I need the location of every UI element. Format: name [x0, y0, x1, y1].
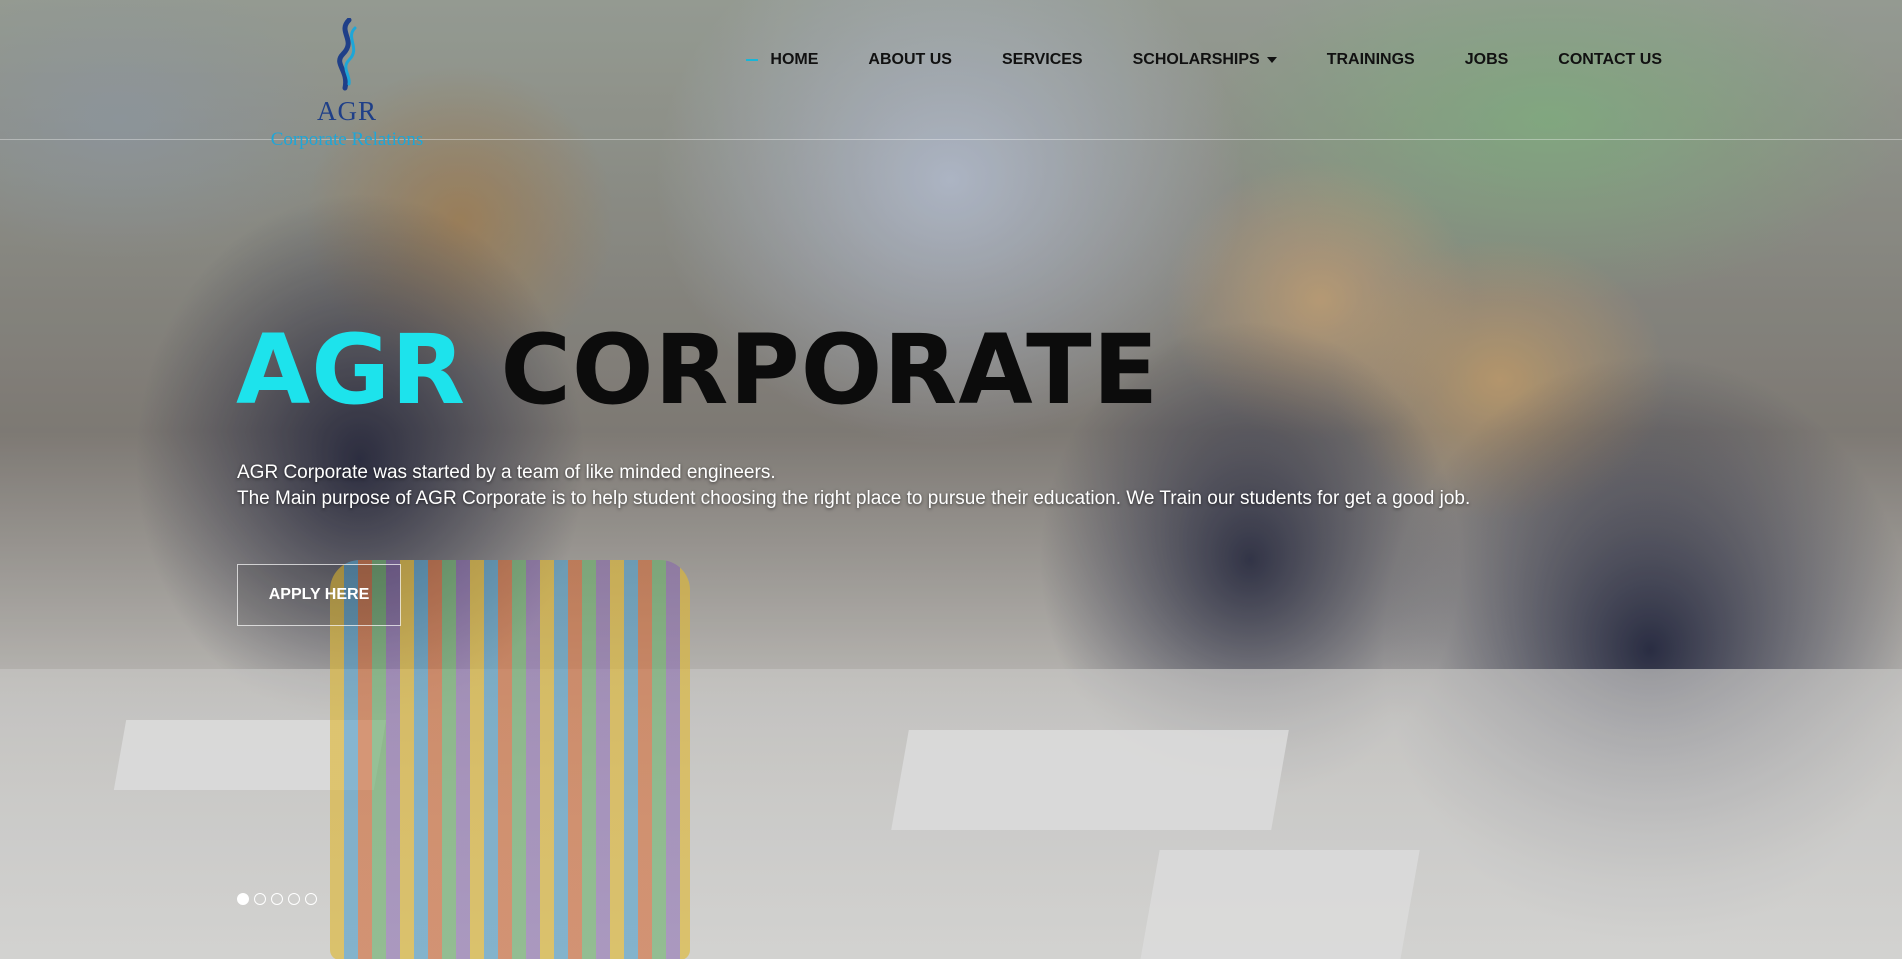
nav-item-jobs[interactable]: JOBS: [1465, 51, 1509, 69]
apply-here-button[interactable]: APPLY HERE: [237, 564, 401, 626]
slider-dot[interactable]: [254, 893, 266, 905]
logo-swirl-icon: [337, 18, 357, 91]
nav-item-label: TRAININGS: [1326, 51, 1415, 68]
hero-title-rest: CORPORATE: [500, 314, 1160, 426]
site-logo[interactable]: AGR Corporate Relations: [252, 18, 442, 150]
hero-description-line: The Main purpose of AGR Corporate is to …: [237, 488, 1471, 509]
nav-item-label: SERVICES: [1001, 51, 1083, 68]
nav-item-label: JOBS: [1464, 51, 1509, 68]
hero-description-line: AGR Corporate was started by a team of l…: [237, 462, 776, 483]
hero-title: AGR CORPORATE: [236, 322, 1159, 418]
nav-item-label: HOME: [770, 51, 819, 68]
slider-dot[interactable]: [271, 893, 283, 905]
nav-item-home[interactable]: HOME: [746, 51, 818, 69]
hero-title-accent: AGR: [236, 314, 467, 426]
slider-pagination: [237, 893, 317, 905]
nav-item-about-us[interactable]: ABOUT US: [868, 51, 952, 69]
nav-item-label: CONTACT US: [1558, 51, 1662, 68]
nav-item-scholarships[interactable]: SCHOLARSHIPS: [1133, 51, 1277, 69]
active-indicator: [746, 59, 759, 61]
hero-banner: AGR Corporate Relations HOME ABOUT US SE…: [0, 0, 1902, 959]
slider-dot[interactable]: [305, 893, 317, 905]
main-nav: HOME ABOUT US SERVICES SCHOLARSHIPS TRAI…: [746, 48, 1662, 72]
hero-description: AGR Corporate was started by a team of l…: [237, 460, 1537, 512]
nav-item-label: SCHOLARSHIPS: [1132, 51, 1260, 68]
slider-dot[interactable]: [237, 893, 249, 905]
slider-dot[interactable]: [288, 893, 300, 905]
nav-item-contact-us[interactable]: CONTACT US: [1558, 51, 1662, 69]
logo-name: AGR: [316, 96, 377, 126]
logo-tagline: Corporate Relations: [270, 129, 424, 150]
caret-down-icon: [1266, 57, 1277, 63]
nav-item-label: ABOUT US: [868, 51, 952, 68]
nav-item-trainings[interactable]: TRAININGS: [1327, 51, 1415, 69]
nav-item-services[interactable]: SERVICES: [1002, 51, 1083, 69]
